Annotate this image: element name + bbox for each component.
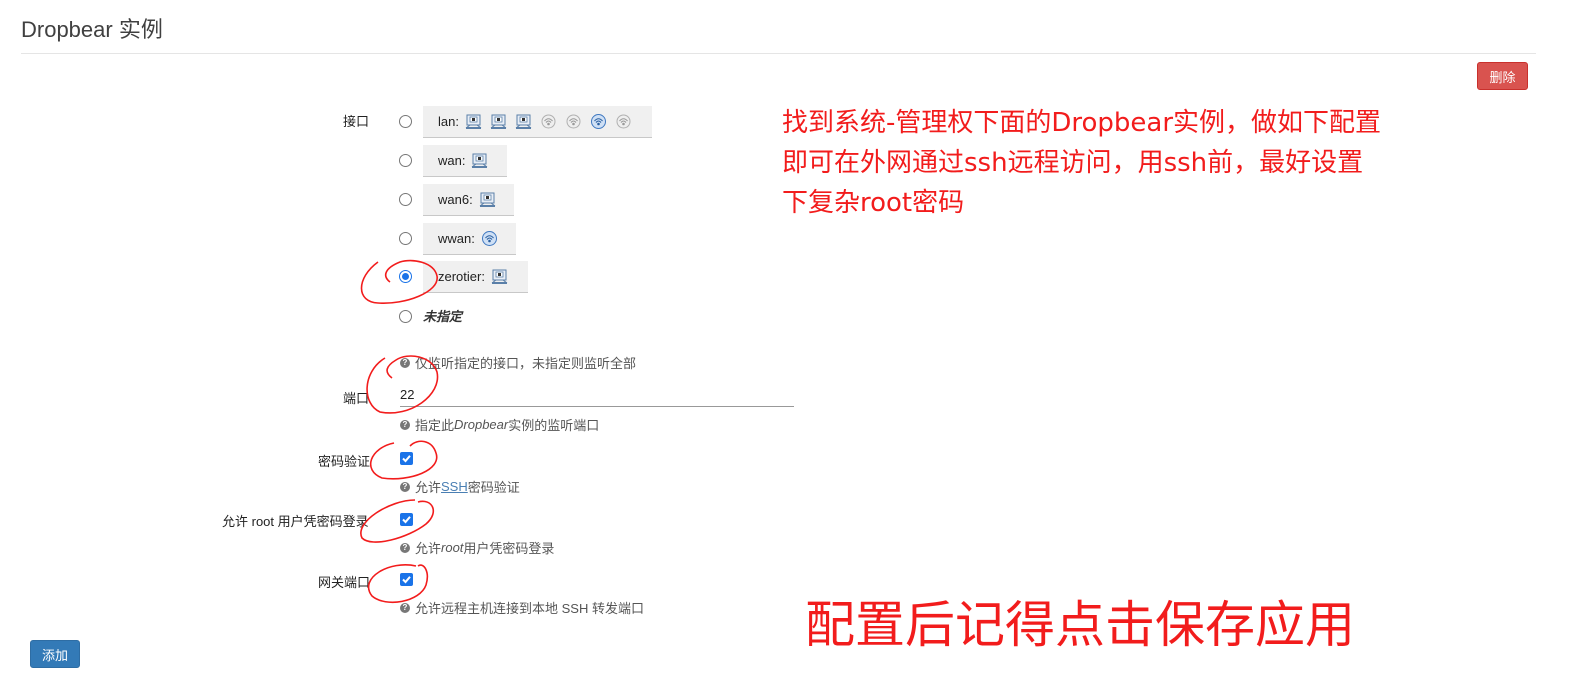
iface-wan6[interactable]: wan6: — [423, 184, 514, 216]
check-icon — [402, 576, 411, 584]
radio-lan[interactable] — [399, 115, 412, 128]
iface-zerotier[interactable]: zerotier: — [423, 261, 528, 293]
unspecified-label: 未指定 — [423, 309, 463, 324]
annotation-line: 找到系统-管理权下面的Dropbear实例，做如下配置 — [782, 108, 1382, 138]
port-help: ? 指定此 Dropbear 实例的监听端口 — [400, 415, 599, 434]
help-text-prefix: 指定此 — [415, 418, 455, 433]
help-text-suffix: 实例的监听端口 — [508, 418, 600, 433]
iface-icons — [479, 191, 504, 208]
radio-wan[interactable] — [399, 154, 412, 167]
wireless-icon — [590, 113, 607, 130]
iface-name: wwan: — [438, 231, 475, 246]
radio-zerotier[interactable] — [399, 270, 412, 283]
help-text-italic: root — [441, 540, 464, 555]
help-text: 仅监听指定的接口，未指定则监听全部 — [415, 356, 637, 371]
help-text-prefix: 允许 — [415, 541, 442, 556]
help-text-italic: Dropbear — [454, 417, 509, 432]
add-button[interactable]: 添加 — [30, 640, 80, 668]
title-divider — [21, 53, 1536, 54]
help-text-prefix: 允许 — [415, 480, 442, 495]
annotation-reminder: 配置后记得点击保存应用 — [805, 596, 1355, 654]
root-login-checkbox[interactable] — [400, 513, 413, 526]
password-auth-checkbox[interactable] — [400, 452, 413, 465]
check-icon — [402, 516, 411, 524]
interface-help: ? 仅监听指定的接口，未指定则监听全部 — [400, 353, 636, 372]
iface-name: lan: — [438, 114, 459, 129]
help-icon: ? — [400, 481, 410, 492]
iface-lan[interactable]: lan: — [423, 106, 652, 138]
annotation-circle — [367, 564, 429, 604]
network-icon — [471, 152, 488, 169]
iface-icons — [471, 152, 496, 169]
network-icon — [490, 113, 507, 130]
port-label: 端口 — [343, 391, 370, 406]
network-icon — [515, 113, 532, 130]
help-icon: ? — [400, 542, 410, 553]
network-icon — [491, 268, 508, 285]
iface-icons — [491, 268, 516, 285]
iface-wwan[interactable]: wwan: — [423, 223, 516, 255]
annotation-circle — [360, 499, 435, 543]
iface-wan[interactable]: wan: — [423, 145, 507, 177]
radio-wwan[interactable] — [399, 232, 412, 245]
delete-button[interactable]: 删除 — [1477, 62, 1528, 90]
iface-icons — [465, 113, 640, 130]
annotation-line: 即可在外网通过ssh远程访问，用ssh前，最好设置 — [782, 148, 1364, 178]
iface-name: wan: — [438, 153, 466, 168]
interface-label: 接口 — [343, 114, 370, 129]
help-text-suffix: 密码验证 — [467, 480, 520, 495]
check-icon — [402, 455, 411, 463]
root-login-label: 允许 root 用户凭密码登录 — [222, 514, 369, 529]
iface-name: wan6: — [438, 192, 473, 207]
wireless-off-icon — [615, 113, 632, 130]
network-icon — [465, 113, 482, 130]
help-text: 允许远程主机连接到本地 SSH 转发端口 — [415, 601, 644, 616]
annotation-line: 下复杂root密码 — [782, 188, 965, 218]
help-icon: ? — [400, 602, 410, 613]
iface-icons — [481, 230, 506, 247]
ssh-link[interactable]: SSH — [441, 479, 468, 494]
iface-name: zerotier: — [438, 269, 485, 284]
radio-unspecified[interactable] — [399, 310, 412, 323]
gateway-ports-help: ? 允许远程主机连接到本地 SSH 转发端口 — [400, 598, 644, 617]
wireless-icon — [481, 230, 498, 247]
wireless-off-icon — [540, 113, 557, 130]
network-icon — [479, 191, 496, 208]
page-title: Dropbear 实例 — [21, 17, 163, 42]
annotation-note: 找到系统-管理权下面的Dropbear实例，做如下配置 即可在外网通过ssh远程… — [782, 103, 1381, 223]
password-auth-label: 密码验证 — [318, 454, 371, 469]
password-auth-help: ? 允许 SSH 密码验证 — [400, 477, 520, 496]
radio-wan6[interactable] — [399, 193, 412, 206]
help-text-suffix: 用户凭密码登录 — [463, 541, 555, 556]
gateway-ports-label: 网关端口 — [318, 575, 371, 590]
help-icon: ? — [400, 419, 410, 430]
root-login-help: ? 允许 root 用户凭密码登录 — [400, 538, 554, 557]
wireless-off-icon — [565, 113, 582, 130]
gateway-ports-checkbox[interactable] — [400, 573, 413, 586]
help-icon: ? — [400, 357, 410, 368]
port-input[interactable] — [400, 382, 794, 407]
